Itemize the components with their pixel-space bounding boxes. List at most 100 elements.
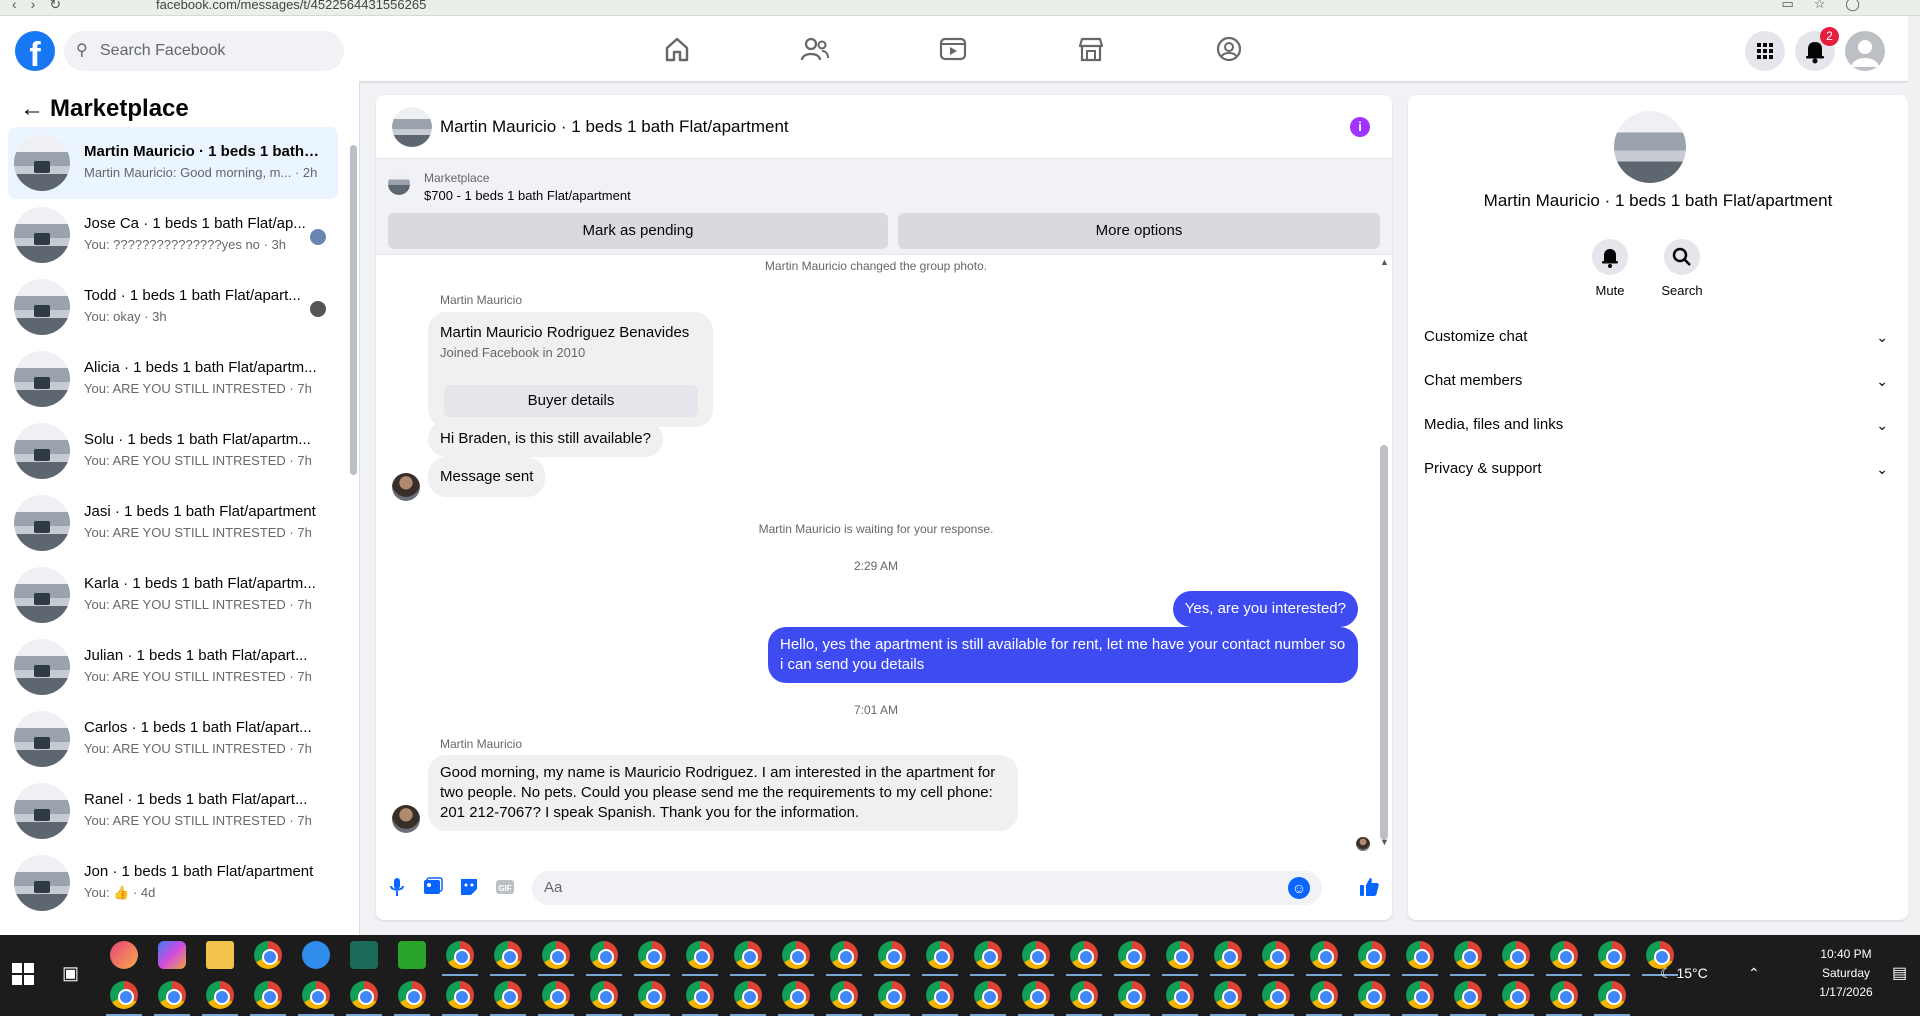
scrollbar-thumb[interactable] (1380, 445, 1388, 840)
conversation-item-ranel[interactable]: Ranel · 1 beds 1 bath Flat/apart... You: … (8, 775, 338, 847)
chrome-icon[interactable] (490, 941, 526, 976)
chrome-icon[interactable] (730, 941, 766, 976)
chrome-icon[interactable] (298, 981, 334, 1016)
chat-members-section[interactable]: Chat members ⌄ (1424, 361, 1892, 401)
mark-pending-button[interactable]: Mark as pending (388, 213, 888, 249)
info-icon[interactable]: i (1350, 117, 1370, 137)
browser-nav-buttons[interactable]: ‹›↻ (12, 0, 75, 13)
chrome-icon[interactable] (1306, 981, 1342, 1016)
chrome-icon[interactable] (1498, 981, 1534, 1016)
chrome-icon[interactable] (442, 941, 478, 976)
conversation-item-alicia[interactable]: Alicia · 1 beds 1 bath Flat/apartm... You… (8, 343, 338, 415)
listing-thumbnail[interactable] (388, 173, 410, 195)
chrome-icon[interactable] (1258, 981, 1294, 1016)
chrome-icon[interactable] (1594, 981, 1630, 1016)
chat-avatar[interactable] (392, 107, 432, 147)
gif-icon[interactable]: GIF (494, 876, 516, 898)
chrome-icon[interactable] (490, 981, 526, 1016)
chrome-icon[interactable] (778, 941, 814, 976)
chrome-icon[interactable] (346, 981, 382, 1016)
thread-scrollbar[interactable]: ▲ ▼ (1380, 255, 1389, 855)
chrome-icon[interactable] (922, 981, 958, 1016)
chrome-icon[interactable] (1402, 941, 1438, 976)
file-explorer-icon[interactable] (206, 941, 234, 969)
search-input[interactable]: ⚲ Search Facebook (64, 31, 344, 71)
privacy-support-section[interactable]: Privacy & support ⌄ (1424, 449, 1892, 489)
chrome-icon[interactable] (970, 941, 1006, 976)
like-thumbs-up-icon[interactable] (1358, 876, 1380, 898)
message-bubble-incoming[interactable]: Good morning, my name is Mauricio Rodrig… (428, 755, 1018, 831)
conversation-item-jasi[interactable]: Jasi · 1 beds 1 bath Flat/apartment You: … (8, 487, 338, 559)
chrome-icon[interactable] (1354, 981, 1390, 1016)
chrome-icon[interactable] (202, 981, 238, 1016)
page-scrollbar[interactable] (1908, 16, 1920, 935)
conversation-item-julian[interactable]: Julian · 1 beds 1 bath Flat/apart... You:… (8, 631, 338, 703)
chrome-icon[interactable] (1594, 941, 1630, 976)
conversation-item-karla[interactable]: Karla · 1 beds 1 bath Flat/apartm... You:… (8, 559, 338, 631)
chrome-icon[interactable] (1018, 941, 1054, 976)
chrome-icon[interactable] (1162, 981, 1198, 1016)
scroll-up-arrow[interactable]: ▲ (1380, 257, 1389, 267)
chrome-icon[interactable] (874, 981, 910, 1016)
chrome-icon[interactable] (1306, 941, 1342, 976)
chrome-icon[interactable] (922, 941, 958, 976)
chrome-icon[interactable] (1546, 981, 1582, 1016)
chrome-icon[interactable] (1210, 981, 1246, 1016)
chat-title[interactable]: Martin Mauricio · 1 beds 1 bath Flat/apa… (440, 117, 789, 137)
facebook-logo[interactable]: f (15, 31, 55, 71)
chrome-icon[interactable] (1162, 941, 1198, 976)
chrome-icon[interactable] (826, 981, 862, 1016)
more-options-button[interactable]: More options (898, 213, 1380, 249)
conversation-item-solu[interactable]: Solu · 1 beds 1 bath Flat/apartm... You: … (8, 415, 338, 487)
chrome-icon[interactable] (538, 981, 574, 1016)
chrome-icon[interactable] (634, 981, 670, 1016)
search-conversation-button[interactable]: Search (1652, 239, 1712, 298)
friends-icon[interactable] (800, 36, 830, 62)
back-arrow-icon[interactable]: ← (20, 95, 50, 123)
chrome-icon[interactable] (1066, 981, 1102, 1016)
sidebar-scrollbar[interactable] (350, 131, 357, 931)
chrome-icon[interactable] (826, 941, 862, 976)
chrome-icon[interactable] (1066, 941, 1102, 976)
scrollbar-thumb[interactable] (350, 145, 357, 475)
chrome-icon[interactable] (586, 941, 622, 976)
media-files-links-section[interactable]: Media, files and links ⌄ (1424, 405, 1892, 445)
chrome-icon[interactable] (1450, 941, 1486, 976)
chrome-icon[interactable] (254, 941, 282, 969)
chrome-icon[interactable] (154, 981, 190, 1016)
chrome-icon[interactable] (250, 981, 286, 1016)
chrome-icon[interactable] (1210, 941, 1246, 976)
conversation-item-todd[interactable]: Todd · 1 beds 1 bath Flat/apart... You: o… (8, 271, 338, 343)
browser-toolbar-icons[interactable]: ▭☆◯ (1782, 0, 1881, 12)
sender-avatar[interactable] (392, 473, 420, 501)
chrome-icon[interactable] (682, 941, 718, 976)
message-bubble-outgoing[interactable]: Yes, are you interested? (1172, 591, 1358, 627)
notifications-button[interactable]: 2 (1795, 27, 1839, 71)
conversation-item-carlos[interactable]: Carlos · 1 beds 1 bath Flat/apart... You:… (8, 703, 338, 775)
marketplace-icon[interactable] (1076, 36, 1106, 62)
show-hidden-icons-chevron-icon[interactable]: ⌃ (1748, 965, 1760, 982)
conversation-item-jose[interactable]: Jose Ca · 1 beds 1 bath Flat/ap... You: ?… (8, 199, 338, 271)
chrome-icon[interactable] (1546, 941, 1582, 976)
windows-start-icon[interactable] (12, 963, 36, 987)
chrome-icon[interactable] (442, 981, 478, 1016)
photo-icon[interactable] (422, 876, 444, 898)
conversation-item-martin[interactable]: Martin Mauricio · 1 beds 1 bath ... Marti… (8, 127, 338, 199)
craigslist-icon[interactable] (398, 941, 426, 969)
conversation-avatar-large[interactable] (1614, 111, 1686, 183)
chrome-icon[interactable] (586, 981, 622, 1016)
chrome-icon[interactable] (874, 941, 910, 976)
sender-avatar[interactable] (392, 805, 420, 833)
paint-app-icon[interactable] (110, 941, 138, 969)
home-icon[interactable] (662, 36, 692, 62)
menu-grid-icon[interactable] (1745, 31, 1785, 71)
gaming-icon[interactable] (1214, 36, 1244, 62)
notification-center-icon[interactable]: ▤ (1892, 963, 1907, 983)
chrome-icon[interactable] (1114, 981, 1150, 1016)
mute-button[interactable]: Mute (1580, 239, 1640, 298)
chrome-icon[interactable] (970, 981, 1006, 1016)
conversation-item-jon[interactable]: Jon · 1 beds 1 bath Flat/apartment You: 👍… (8, 847, 338, 919)
chrome-icon[interactable] (106, 981, 142, 1016)
chrome-icon[interactable] (1258, 941, 1294, 976)
chrome-icon[interactable] (1018, 981, 1054, 1016)
